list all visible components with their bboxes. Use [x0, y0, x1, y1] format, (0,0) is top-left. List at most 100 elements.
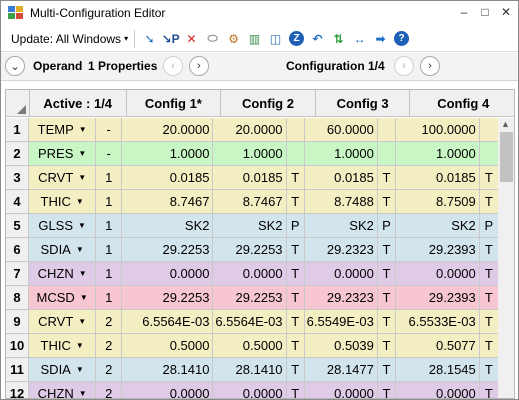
row-number[interactable]: 11 [6, 358, 30, 381]
config-3-value[interactable]: 1.0000 [304, 142, 378, 165]
config-2-solve-flag[interactable]: T [286, 262, 305, 285]
active-cell[interactable]: 2 [96, 382, 123, 398]
config-4-value[interactable]: 0.0000 [396, 262, 480, 285]
header-active[interactable]: Active : 1/4 [30, 90, 127, 117]
active-cell[interactable]: 1 [96, 262, 123, 285]
active-cell[interactable]: 1 [96, 166, 123, 189]
row-number[interactable]: 10 [6, 334, 30, 357]
config-2-value[interactable]: 29.2253 [213, 238, 287, 261]
config-2-solve-flag[interactable]: T [286, 334, 305, 357]
row-number[interactable]: 7 [6, 262, 30, 285]
config-2-solve-flag[interactable]: P [286, 214, 305, 237]
config-3-value[interactable]: 0.0185 [304, 166, 378, 189]
config-2-solve-flag[interactable]: T [286, 286, 305, 309]
config-3-value[interactable]: 29.2323 [304, 238, 378, 261]
config-3-value[interactable]: 60.0000 [304, 118, 378, 141]
header-config-4[interactable]: Config 4 [410, 90, 514, 117]
tool-button-12[interactable]: ➡ [371, 30, 390, 48]
active-cell[interactable]: 2 [96, 358, 123, 381]
operand-type-cell[interactable]: THIC ▼ [29, 334, 97, 357]
row-number[interactable]: 12 [6, 382, 30, 398]
operand-type-cell[interactable]: SDIA ▼ [29, 358, 97, 381]
config-4-solve-flag[interactable]: T [479, 358, 498, 381]
config-3-solve-flag[interactable]: T [377, 262, 397, 285]
vertical-scrollbar[interactable]: ▲ [498, 118, 514, 398]
restore-button[interactable]: □ [479, 5, 491, 19]
dropdown-arrow-icon[interactable]: ▼ [78, 149, 86, 158]
tool-button-1[interactable]: ➘ [140, 30, 159, 48]
tool-button-7[interactable]: ◫ [266, 30, 285, 48]
config-1-value[interactable]: 29.2253 [122, 238, 214, 261]
config-4-solve-flag[interactable] [479, 142, 498, 165]
dropdown-arrow-icon[interactable]: ▼ [78, 173, 86, 182]
tool-button-4[interactable]: ⬭ [203, 30, 222, 48]
header-config-2[interactable]: Config 2 [221, 90, 316, 117]
config-4-value[interactable]: 8.7509 [396, 190, 480, 213]
config-4-value[interactable]: SK2 [396, 214, 480, 237]
dropdown-arrow-icon[interactable]: ▼ [76, 365, 84, 374]
config-3-solve-flag[interactable]: T [377, 190, 397, 213]
tool-button-11[interactable]: ↔ [350, 30, 369, 48]
config-2-value[interactable]: 0.0185 [213, 166, 287, 189]
config-3-solve-flag[interactable] [377, 118, 397, 141]
config-3-solve-flag[interactable]: T [377, 334, 397, 357]
operand-type-cell[interactable]: PRES ▼ [29, 142, 97, 165]
active-cell[interactable]: 2 [96, 334, 123, 357]
config-2-solve-flag[interactable]: T [286, 166, 305, 189]
config-1-value[interactable]: 0.0185 [122, 166, 214, 189]
config-2-value[interactable]: 28.1410 [213, 358, 287, 381]
config-4-solve-flag[interactable]: T [479, 286, 498, 309]
update-dropdown[interactable]: Update: All Windows ▾ [11, 32, 128, 46]
config-3-solve-flag[interactable]: T [377, 358, 397, 381]
config-4-value[interactable]: 100.0000 [396, 118, 480, 141]
config-3-solve-flag[interactable]: T [377, 382, 397, 398]
config-3-value[interactable]: SK2 [304, 214, 378, 237]
config-2-value[interactable]: 20.0000 [213, 118, 287, 141]
config-2-value[interactable]: 29.2253 [213, 286, 287, 309]
config-2-solve-flag[interactable]: T [286, 190, 305, 213]
dropdown-arrow-icon[interactable]: ▼ [79, 125, 87, 134]
config-1-value[interactable]: 1.0000 [122, 142, 214, 165]
active-cell[interactable]: 2 [96, 310, 123, 333]
header-config-3[interactable]: Config 3 [316, 90, 411, 117]
config-2-value[interactable]: 0.0000 [213, 382, 287, 398]
operand-type-cell[interactable]: SDIA ▼ [29, 238, 97, 261]
config-3-solve-flag[interactable]: T [377, 286, 397, 309]
header-config-1[interactable]: Config 1* [127, 90, 222, 117]
dropdown-arrow-icon[interactable]: ▼ [76, 341, 84, 350]
row-number[interactable]: 4 [6, 190, 30, 213]
config-2-solve-flag[interactable] [286, 142, 305, 165]
config-3-value[interactable]: 0.0000 [304, 382, 378, 398]
row-number[interactable]: 6 [6, 238, 30, 261]
config-2-solve-flag[interactable] [286, 118, 305, 141]
config-3-value[interactable]: 28.1477 [304, 358, 378, 381]
config-3-solve-flag[interactable]: T [377, 238, 397, 261]
dropdown-arrow-icon[interactable]: ▼ [78, 317, 86, 326]
config-4-value[interactable]: 0.0185 [396, 166, 480, 189]
tool-button-5[interactable]: ⚙ [224, 30, 243, 48]
config-2-value[interactable]: SK2 [213, 214, 287, 237]
config-1-value[interactable]: 8.7467 [122, 190, 214, 213]
config-3-solve-flag[interactable]: T [377, 310, 397, 333]
scrollbar-thumb[interactable] [500, 132, 513, 182]
config-4-value[interactable]: 28.1545 [396, 358, 480, 381]
config-4-solve-flag[interactable]: T [479, 190, 498, 213]
dropdown-arrow-icon[interactable]: ▼ [76, 245, 84, 254]
config-4-solve-flag[interactable]: T [479, 262, 498, 285]
operand-type-cell[interactable]: CRVT ▼ [29, 166, 97, 189]
close-button[interactable]: ✕ [500, 5, 512, 19]
config-1-value[interactable]: 0.0000 [122, 382, 214, 398]
config-1-value[interactable]: 29.2253 [122, 286, 214, 309]
tool-button-13[interactable]: ? [392, 30, 411, 48]
tool-button-10[interactable]: ⇅ [329, 30, 348, 48]
active-cell[interactable]: 1 [96, 214, 123, 237]
operand-type-cell[interactable]: GLSS ▼ [29, 214, 97, 237]
config-4-value[interactable]: 29.2393 [396, 238, 480, 261]
operand-type-cell[interactable]: CRVT ▼ [29, 310, 97, 333]
config-2-value[interactable]: 8.7467 [213, 190, 287, 213]
config-1-value[interactable]: 6.5564E-03 [122, 310, 214, 333]
config-2-solve-flag[interactable]: T [286, 358, 305, 381]
config-4-solve-flag[interactable]: P [479, 214, 498, 237]
minimize-button[interactable]: – [458, 5, 470, 19]
select-all-corner[interactable] [6, 90, 30, 117]
